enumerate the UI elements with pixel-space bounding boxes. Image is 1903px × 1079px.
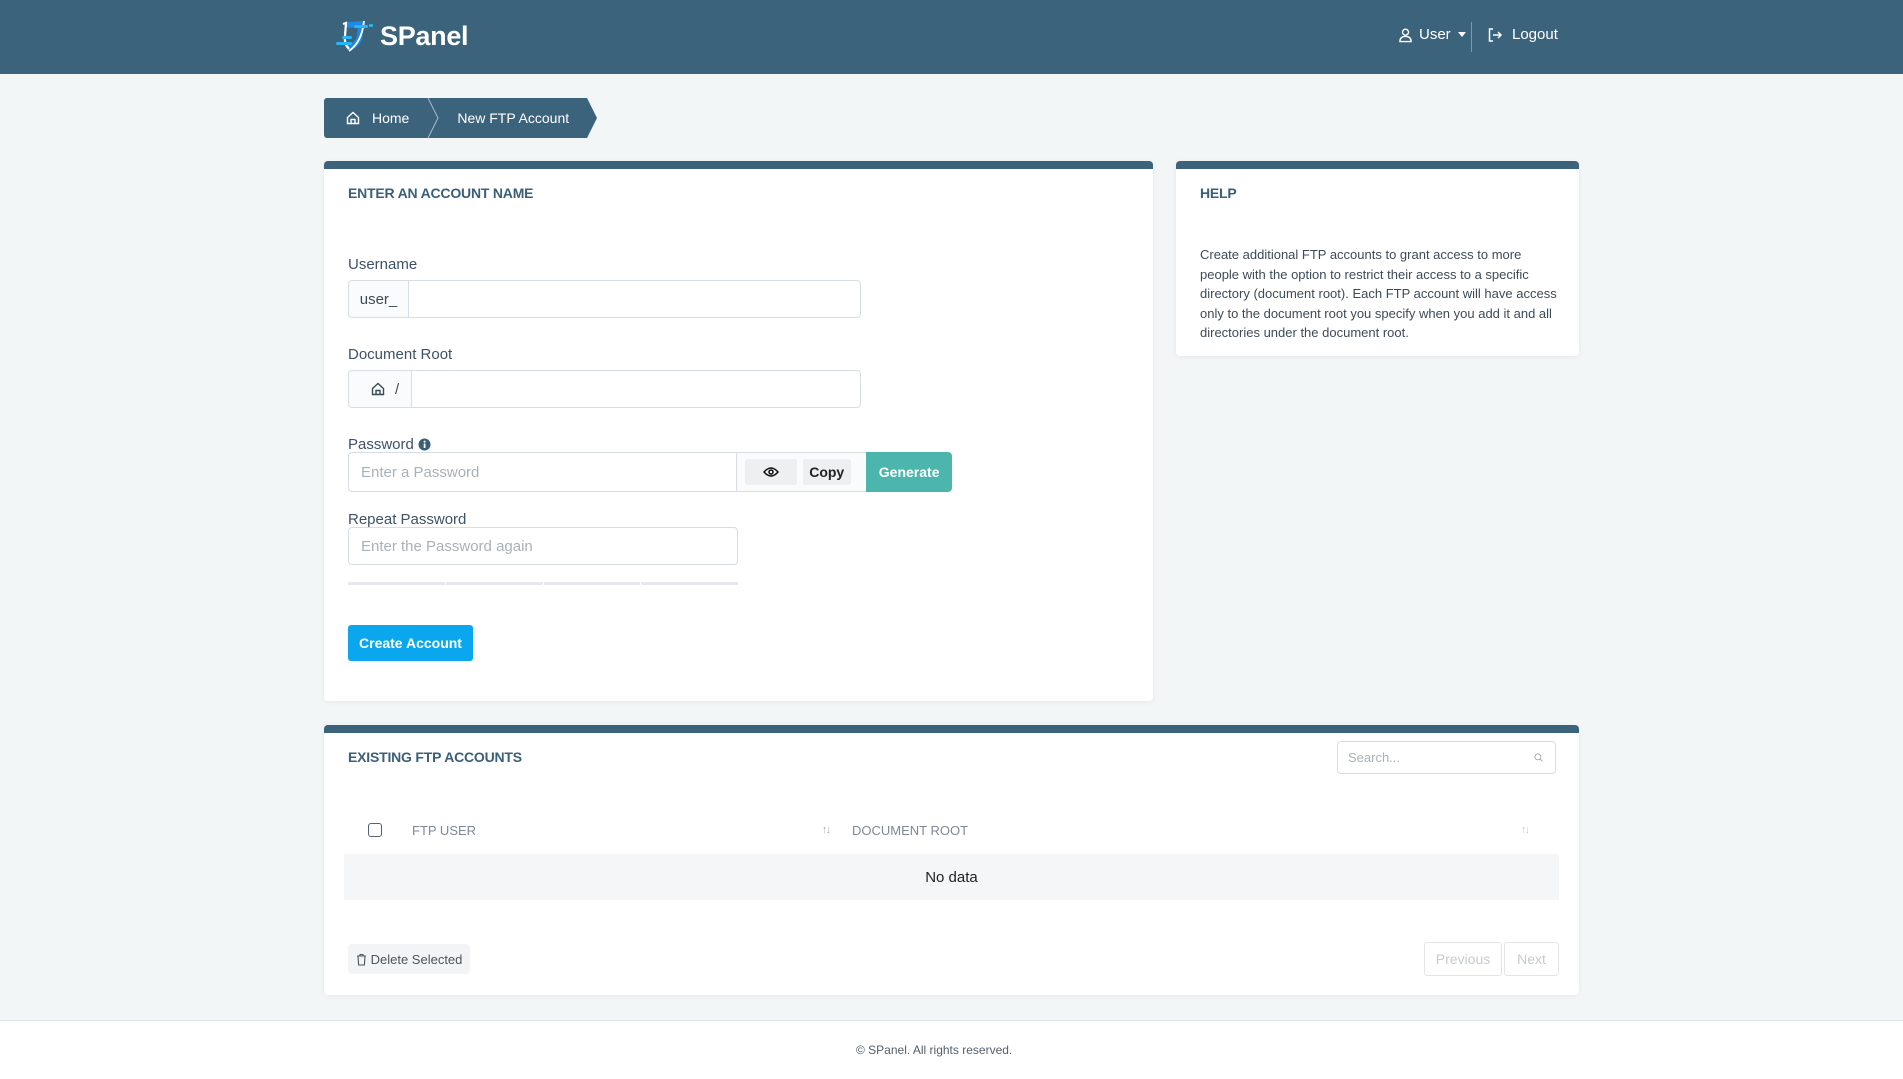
app-name: SPanel (380, 20, 469, 51)
password-tools: Copy (736, 452, 867, 492)
password-input[interactable] (349, 453, 736, 491)
breadcrumb-current-label: New FTP Account (457, 110, 570, 126)
next-page-button[interactable]: Next (1504, 942, 1559, 976)
breadcrumb-tip (587, 98, 598, 138)
username-input[interactable] (409, 281, 860, 317)
user-menu-dropdown[interactable]: User (1398, 26, 1466, 43)
document-root-label: Document Root (348, 346, 453, 363)
logout-label: Logout (1512, 26, 1558, 43)
password-strength-meter (348, 582, 738, 585)
root-slash: / (395, 380, 400, 398)
help-title: HELP (1200, 185, 1237, 201)
logout-button[interactable]: Logout (1487, 26, 1558, 43)
caret-down-icon (1457, 32, 1466, 37)
user-menu-label: User (1419, 26, 1451, 43)
trash-icon (356, 953, 366, 966)
document-root-input-group: / (348, 370, 861, 408)
document-root-prefix: / (349, 371, 412, 407)
username-label: Username (348, 256, 418, 273)
form-card-title: ENTER AN ACCOUNT NAME (348, 185, 534, 201)
info-icon[interactable] (418, 438, 431, 451)
password-input-group: Copy Generate (348, 452, 953, 492)
search-input[interactable] (1338, 750, 1534, 765)
delete-selected-label: Delete Selected (370, 951, 463, 967)
strength-segment (348, 582, 445, 585)
breadcrumb-home[interactable]: Home (324, 98, 428, 138)
eye-icon (762, 467, 779, 477)
toggle-password-visibility-button[interactable] (744, 459, 797, 485)
search-icon[interactable] (1534, 750, 1543, 765)
username-input-group: user_ (348, 280, 861, 318)
document-root-input[interactable] (412, 371, 860, 407)
empty-table-message: No data (344, 854, 1559, 900)
copyright-text: © SPanel. All rights reserved. (856, 1043, 1013, 1057)
help-text: Create additional FTP accounts to grant … (1200, 247, 1557, 340)
logo[interactable]: SPanel (334, 18, 469, 54)
help-card: HELP Create additional FTP accounts to g… (1176, 161, 1579, 356)
top-navbar: SPanel User Logout (0, 0, 1903, 74)
repeat-password-label: Repeat Password (348, 511, 467, 528)
column-header-ftp-user[interactable]: FTP USER (412, 823, 476, 838)
home-icon (346, 111, 360, 125)
column-header-document-root[interactable]: DOCUMENT ROOT (852, 823, 968, 838)
breadcrumb-separator (427, 98, 440, 138)
repeat-password-wrapper (348, 527, 738, 565)
select-all-checkbox[interactable] (368, 823, 382, 837)
spanel-logo-icon (336, 20, 373, 52)
footer: © SPanel. All rights reserved. (0, 1020, 1903, 1079)
pagination: Previous Next (1424, 942, 1559, 976)
breadcrumb: Home New FTP Account (324, 98, 598, 138)
logout-icon (1488, 27, 1503, 42)
previous-page-button[interactable]: Previous (1424, 942, 1502, 976)
sort-icon[interactable]: ↑↓ (822, 824, 831, 836)
create-account-button[interactable]: Create Account (348, 625, 473, 661)
table-header: FTP USER ↑↓ DOCUMENT ROOT ↑↓ (344, 815, 1559, 845)
home-icon (371, 382, 385, 396)
delete-selected-button[interactable]: Delete Selected (348, 944, 470, 974)
user-icon (1399, 27, 1412, 42)
generate-password-button[interactable]: Generate (866, 452, 953, 492)
password-label: Password (348, 436, 414, 453)
copy-password-button[interactable]: Copy (802, 459, 851, 485)
existing-ftp-accounts-card: EXISTING FTP ACCOUNTS FTP USER ↑↓ DOCUME… (324, 725, 1579, 995)
strength-segment (641, 582, 738, 585)
strength-segment (543, 582, 641, 585)
header-divider (1471, 22, 1472, 52)
breadcrumb-home-label: Home (372, 110, 410, 126)
username-prefix: user_ (349, 281, 409, 317)
strength-segment (445, 582, 543, 585)
breadcrumb-current: New FTP Account (439, 98, 588, 138)
password-field-wrapper (348, 452, 737, 492)
sort-icon[interactable]: ↑↓ (1521, 824, 1530, 836)
accounts-title: EXISTING FTP ACCOUNTS (348, 749, 522, 765)
repeat-password-input[interactable] (349, 528, 737, 564)
accounts-search (1337, 741, 1556, 774)
new-ftp-account-card: ENTER AN ACCOUNT NAME Username user_ Doc… (324, 161, 1153, 701)
password-label-row: Password (348, 436, 431, 453)
